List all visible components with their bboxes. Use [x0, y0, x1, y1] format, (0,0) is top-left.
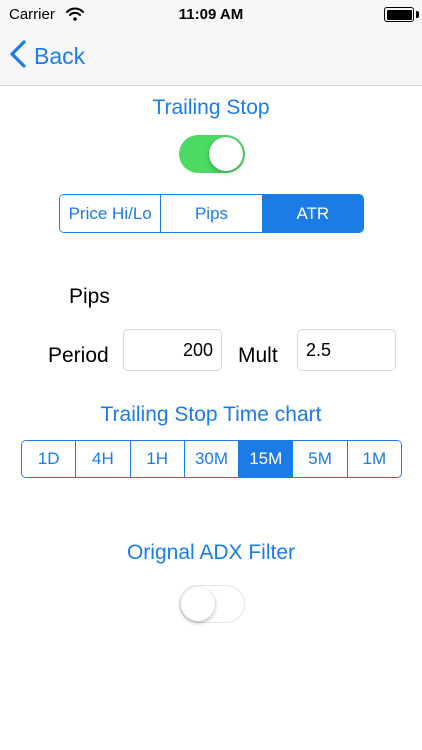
screen: Carrier 11:09 AM Back Trailing Stop Pric… [0, 0, 422, 750]
mode-segment-atr[interactable]: ATR [261, 195, 363, 232]
mult-label: Mult [238, 344, 278, 367]
trailing-stop-mode-control: Price Hi/Lo Pips ATR [59, 194, 364, 233]
battery-icon [384, 7, 414, 22]
timeframe-segment-5m[interactable]: 5M [292, 441, 347, 477]
toggle-knob [181, 587, 215, 621]
battery-tip [416, 11, 419, 18]
trailing-stop-toggle[interactable] [179, 135, 245, 173]
trailing-stop-title: Trailing Stop [152, 96, 270, 119]
timeframe-segment-1d[interactable]: 1D [22, 441, 76, 477]
period-label: Period [48, 344, 109, 367]
chevron-left-icon [10, 39, 26, 73]
status-time: 11:09 AM [178, 6, 244, 23]
mode-segment-price-hilo[interactable]: Price Hi/Lo [60, 195, 161, 232]
timeframe-segment-4h[interactable]: 4H [75, 441, 130, 477]
timeframe-segment-30m[interactable]: 30M [183, 441, 239, 477]
adx-filter-title: Orignal ADX Filter [126, 541, 296, 564]
back-label: Back [34, 42, 86, 69]
navigation-bar: Carrier 11:09 AM Back [0, 0, 422, 86]
toggle-knob [209, 137, 243, 171]
mult-input[interactable] [297, 329, 396, 371]
timeframe-segment-1m[interactable]: 1M [346, 441, 401, 477]
timeframe-segment-15m[interactable]: 15M [238, 441, 293, 477]
period-input[interactable] [123, 329, 222, 371]
adx-filter-toggle[interactable] [179, 585, 245, 623]
timeframe-segment-1h[interactable]: 1H [129, 441, 184, 477]
back-button[interactable]: Back [10, 39, 86, 73]
timechart-title: Trailing Stop Time chart [100, 403, 322, 426]
pips-label: Pips [69, 285, 110, 308]
mode-segment-pips[interactable]: Pips [160, 195, 262, 232]
timechart-control: 1D 4H 1H 30M 15M 5M 1M [21, 440, 402, 478]
status-bar: Carrier 11:09 AM [0, 0, 422, 30]
